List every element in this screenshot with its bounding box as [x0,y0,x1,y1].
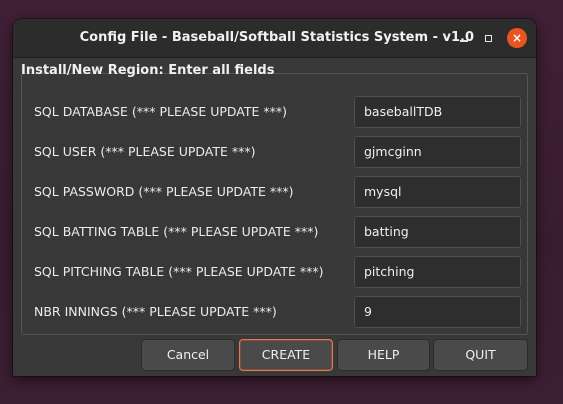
minimize-icon [460,40,468,42]
help-button[interactable]: HELP [337,339,430,371]
sql-user-field[interactable]: gjmcginn [354,136,521,168]
sql-database-label: SQL DATABASE (*** PLEASE UPDATE ***) [34,104,288,119]
close-icon: × [511,31,523,45]
nbr-innings-label: NBR INNINGS (*** PLEASE UPDATE ***) [34,304,277,319]
close-button[interactable]: × [507,28,527,48]
sql-batting-table-label: SQL BATTING TABLE (*** PLEASE UPDATE ***… [34,224,319,239]
cancel-button[interactable]: Cancel [141,339,235,371]
maximize-icon [484,34,492,42]
sql-password-field[interactable]: mysql [354,176,521,208]
config-dialog: Config File - Baseball/Softball Statisti… [13,19,536,376]
group-title: Install/New Region: Enter all fields [21,63,275,78]
title-bar[interactable]: Config File - Baseball/Softball Statisti… [13,19,536,58]
quit-button[interactable]: QUIT [433,339,528,371]
sql-database-field[interactable]: baseballTDB [354,96,521,128]
window-title: Config File - Baseball/Softball Statisti… [79,30,474,45]
sql-batting-table-field[interactable]: batting [354,216,521,248]
desktop-background: Config File - Baseball/Softball Statisti… [0,0,563,404]
create-button[interactable]: CREATE [239,339,333,371]
sql-pitching-table-label: SQL PITCHING TABLE (*** PLEASE UPDATE **… [34,264,324,279]
minimize-button[interactable] [454,28,474,48]
sql-password-label: SQL PASSWORD (*** PLEASE UPDATE ***) [34,184,294,199]
nbr-innings-field[interactable]: 9 [354,296,521,328]
dialog-content: Install/New Region: Enter all fields SQL… [13,58,536,376]
maximize-button[interactable] [478,28,498,48]
sql-pitching-table-field[interactable]: pitching [354,256,521,288]
sql-user-label: SQL USER (*** PLEASE UPDATE ***) [34,144,256,159]
